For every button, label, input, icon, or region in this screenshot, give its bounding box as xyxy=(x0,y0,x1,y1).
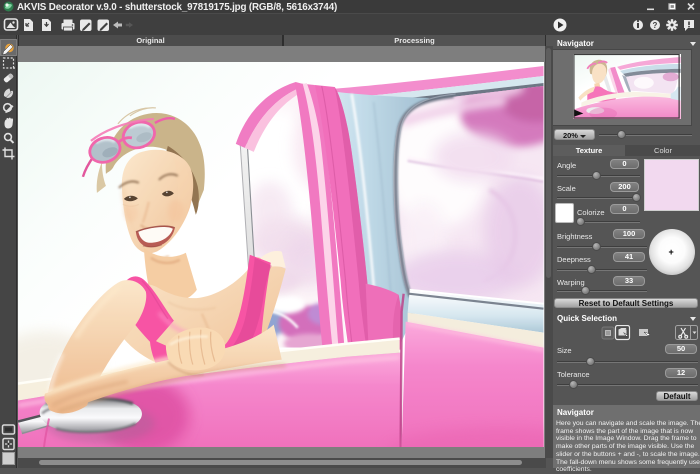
svg-text:?: ? xyxy=(653,21,658,30)
